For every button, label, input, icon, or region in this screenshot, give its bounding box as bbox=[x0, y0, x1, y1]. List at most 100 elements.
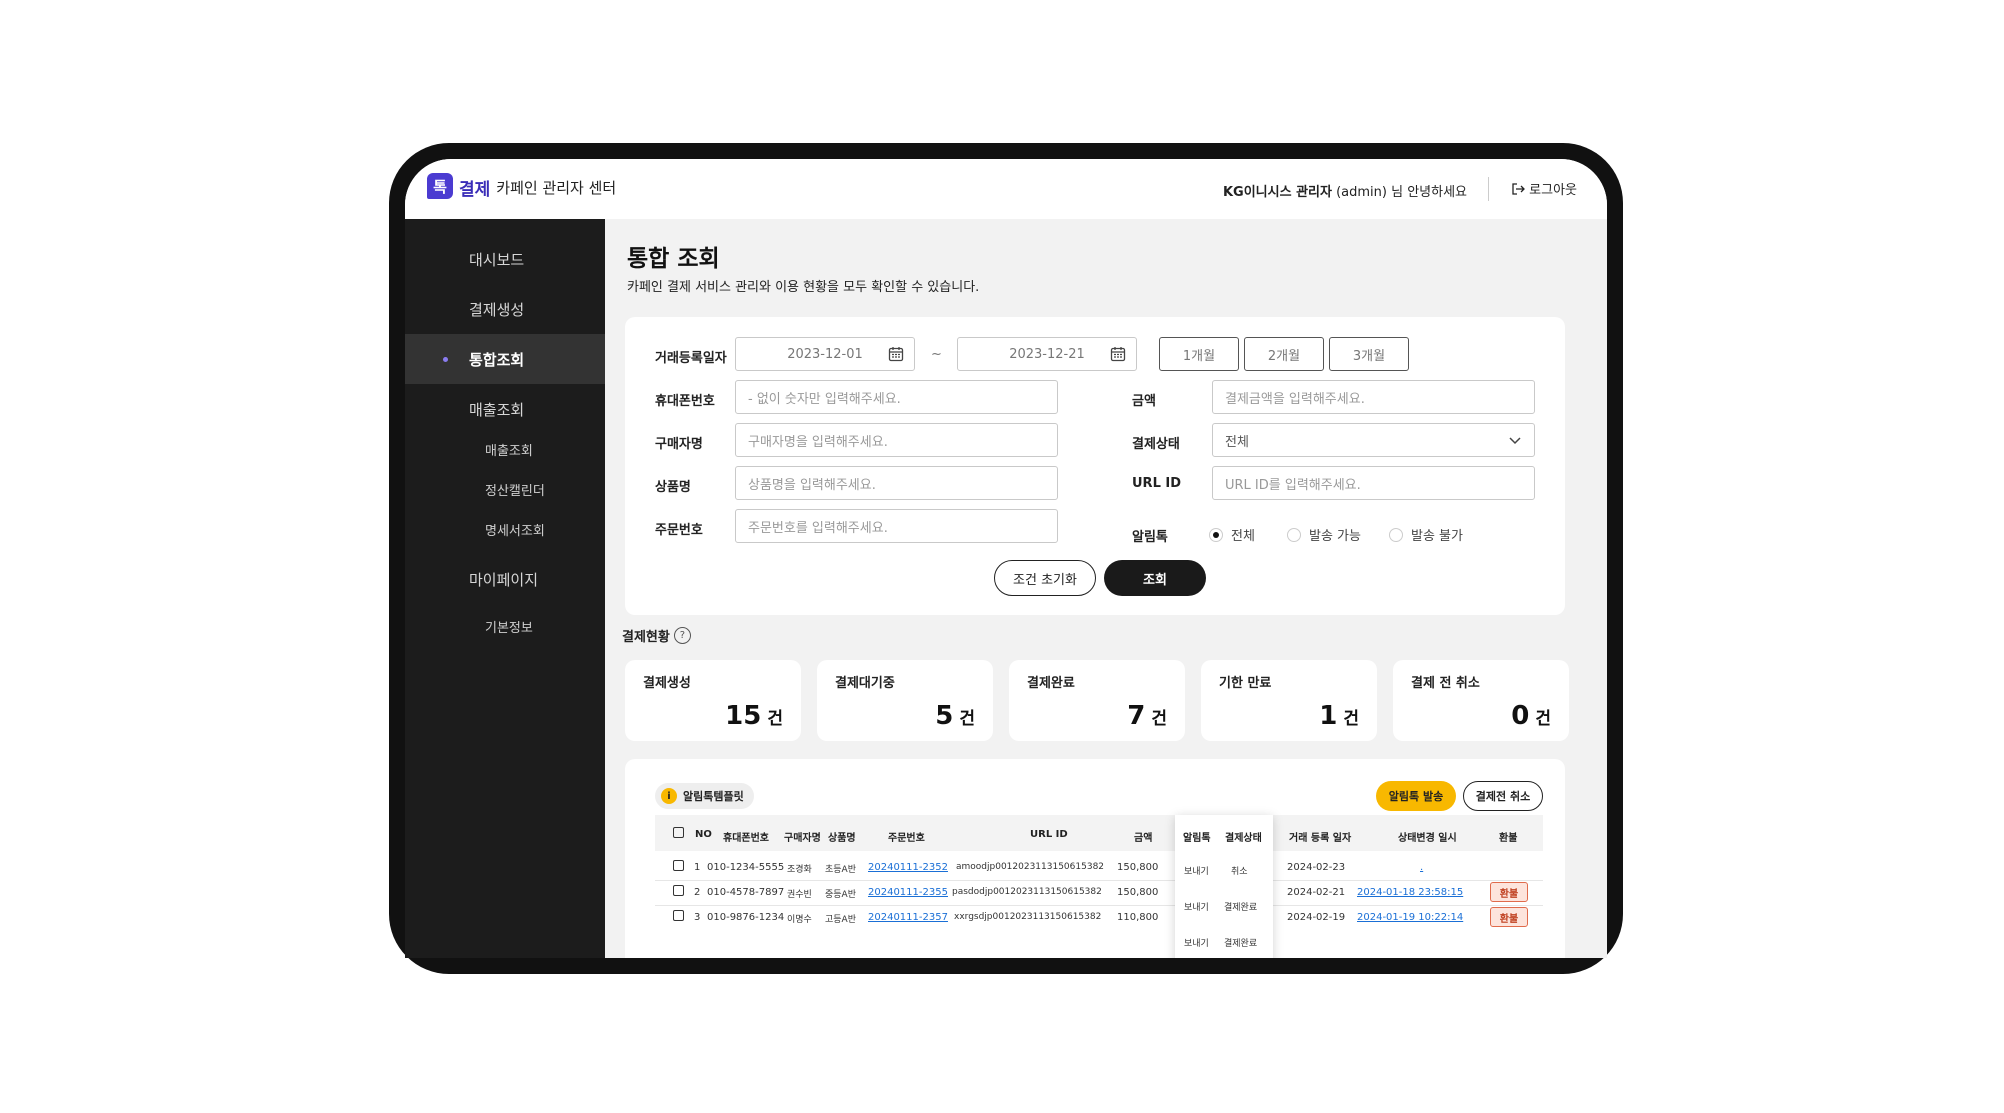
page-description: 카페인 결제 서비스 관리와 이용 현황을 모두 확인할 수 있습니다. bbox=[627, 280, 980, 295]
sidebar-item-label: 대시보드 bbox=[469, 250, 525, 269]
col-refund: 환불 bbox=[1499, 833, 1518, 844]
radio-label: 발송 불가 bbox=[1411, 529, 1463, 544]
logout-icon bbox=[1512, 182, 1526, 195]
sidebar-item-integrated-search[interactable]: 통합조회 bbox=[405, 334, 605, 384]
cell-changed: . bbox=[1420, 862, 1424, 873]
col-product: 상품명 bbox=[828, 833, 856, 844]
order-link[interactable]: 20240111-2357 bbox=[868, 912, 948, 923]
period-2month-button[interactable]: 2개월 bbox=[1244, 337, 1324, 371]
stat-card-cancelled: 결제 전 취소 0건 bbox=[1393, 660, 1569, 741]
alimtalk-radio-all[interactable]: 전체 bbox=[1209, 525, 1255, 544]
phone-input[interactable]: - 없이 숫자만 입력해주세요. bbox=[735, 380, 1058, 414]
period-1month-button[interactable]: 1개월 bbox=[1159, 337, 1239, 371]
alimtalk-radio-available[interactable]: 발송 가능 bbox=[1287, 525, 1361, 544]
cell-reg-date: 2024-02-23 bbox=[1287, 862, 1346, 873]
logout-button[interactable]: 로그아웃 bbox=[1511, 179, 1577, 198]
period-3month-button[interactable]: 3개월 bbox=[1329, 337, 1409, 371]
help-icon[interactable]: ? bbox=[673, 627, 691, 644]
main-content: 통합 조회 카페인 결제 서비스 관리와 이용 현황을 모두 확인할 수 있습니… bbox=[605, 219, 1607, 958]
stat-card-pending: 결제대기중 5건 bbox=[817, 660, 993, 741]
sidebar-item-label: 통합조회 bbox=[469, 350, 525, 369]
status-select-value: 전체 bbox=[1225, 434, 1249, 450]
chevron-down-icon bbox=[1509, 437, 1521, 445]
sidebar-subitem-statement[interactable]: 명세서조회 bbox=[485, 520, 545, 539]
changed-date-link[interactable]: 2024-01-18 23:58:15 bbox=[1357, 887, 1463, 898]
info-icon: i bbox=[661, 788, 677, 804]
template-badge[interactable]: i 알림톡템플릿 bbox=[655, 783, 754, 809]
stat-card-completed: 결제완료 7건 bbox=[1009, 660, 1185, 741]
send-alimtalk-link[interactable]: 보내기 bbox=[1184, 864, 1209, 877]
urlid-input[interactable]: URL ID를 입력해주세요. bbox=[1212, 466, 1535, 500]
sidebar-item-payment-create[interactable]: 결제생성 bbox=[405, 284, 605, 334]
reset-button[interactable]: 조건 초기화 bbox=[994, 560, 1096, 596]
search-button[interactable]: 조회 bbox=[1104, 560, 1206, 596]
send-alimtalk-link[interactable]: 보내기 bbox=[1184, 900, 1209, 913]
tablet-frame: 톡 결제 카페인 관리자 센터 KG이니시스 관리자 (admin) 님 안녕하… bbox=[389, 143, 1623, 974]
status-title-label: 결제현황 bbox=[622, 630, 670, 645]
cell-status: 결제완료 bbox=[1224, 903, 1258, 913]
sidebar-subitem-sales-search[interactable]: 매출조회 bbox=[485, 440, 533, 459]
list-panel: i 알림톡템플릿 알림톡 발송 결제전 취소 NO 휴대폰번호 구매자명 상품명… bbox=[625, 759, 1565, 958]
logo[interactable]: 톡 결제 카페인 관리자 센터 bbox=[427, 173, 616, 201]
col-changed: 상태변경 일시 bbox=[1398, 833, 1457, 844]
logout-label: 로그아웃 bbox=[1529, 183, 1577, 198]
pre-payment-cancel-button[interactable]: 결제전 취소 bbox=[1463, 781, 1543, 811]
sidebar-subitem-basic-info[interactable]: 기본정보 bbox=[485, 617, 533, 636]
stat-value: 0건 bbox=[1511, 701, 1551, 731]
date-to-value: 2023-12-21 bbox=[1009, 346, 1085, 362]
col-alimtalk: 알림톡 bbox=[1183, 833, 1211, 844]
alimtalk-radio-unavailable[interactable]: 발송 불가 bbox=[1389, 525, 1463, 544]
sidebar-subitem-settlement-calendar[interactable]: 정산캘린더 bbox=[485, 480, 545, 499]
sidebar-item-sales[interactable]: 매출조회 bbox=[405, 384, 605, 434]
stat-value: 5건 bbox=[935, 701, 975, 731]
date-from-input[interactable]: 2023-12-01 bbox=[735, 337, 915, 371]
cell-status: 취소 bbox=[1231, 867, 1248, 877]
order-link[interactable]: 20240111-2352 bbox=[868, 862, 948, 873]
cell-reg-date: 2024-02-19 bbox=[1287, 912, 1346, 923]
send-alimtalk-button[interactable]: 알림톡 발송 bbox=[1376, 781, 1456, 811]
amount-input[interactable]: 결제금액을 입력해주세요. bbox=[1212, 380, 1535, 414]
changed-date-link[interactable]: 2024-01-19 10:22:14 bbox=[1357, 912, 1463, 923]
sidebar-item-dashboard[interactable]: 대시보드 bbox=[405, 234, 605, 284]
radio-label: 발송 가능 bbox=[1309, 529, 1361, 544]
template-badge-label: 알림톡템플릿 bbox=[683, 790, 744, 803]
calendar-icon[interactable] bbox=[888, 346, 904, 362]
logo-brand: 결제 bbox=[459, 179, 491, 200]
col-no: NO bbox=[695, 829, 712, 840]
cell-product: 고등A반 bbox=[825, 915, 856, 925]
order-label: 주문번호 bbox=[655, 523, 703, 538]
select-all-checkbox[interactable] bbox=[673, 827, 684, 838]
col-phone: 휴대폰번호 bbox=[723, 833, 769, 844]
date-to-input[interactable]: 2023-12-21 bbox=[957, 337, 1137, 371]
stat-value: 1건 bbox=[1319, 701, 1359, 731]
cell-product: 중등A반 bbox=[825, 890, 856, 900]
calendar-icon[interactable] bbox=[1110, 346, 1126, 362]
stat-card-created: 결제생성 15 건 bbox=[625, 660, 801, 741]
radio-unchecked-icon bbox=[1287, 527, 1301, 542]
send-alimtalk-link[interactable]: 보내기 bbox=[1184, 936, 1209, 949]
order-link[interactable]: 20240111-2355 bbox=[868, 887, 948, 898]
status-select[interactable]: 전체 bbox=[1212, 423, 1535, 457]
logo-mark: 톡 bbox=[427, 173, 455, 201]
top-header: 톡 결제 카페인 관리자 센터 KG이니시스 관리자 (admin) 님 안녕하… bbox=[405, 159, 1607, 219]
alimtalk-label: 알림톡 bbox=[1132, 530, 1168, 545]
product-input[interactable]: 상품명을 입력해주세요. bbox=[735, 466, 1058, 500]
cell-reg-date: 2024-02-21 bbox=[1287, 887, 1346, 898]
buyer-input[interactable]: 구매자명을 입력해주세요. bbox=[735, 423, 1058, 457]
greeting-user: KG이니시스 관리자 bbox=[1222, 185, 1332, 200]
order-input[interactable]: 주문번호를 입력해주세요. bbox=[735, 509, 1058, 543]
row-checkbox[interactable] bbox=[673, 860, 684, 871]
date-label: 거래등록일자 bbox=[655, 351, 727, 366]
row-checkbox[interactable] bbox=[673, 885, 684, 896]
col-status: 결제상태 bbox=[1225, 833, 1262, 844]
sidebar-item-mypage[interactable]: 마이페이지 bbox=[405, 554, 605, 604]
cell-amount: 150,800 bbox=[1117, 862, 1159, 873]
logo-subtitle: 카페인 관리자 센터 bbox=[496, 178, 617, 197]
stat-label: 결제생성 bbox=[643, 676, 691, 691]
refund-button[interactable]: 환불 bbox=[1490, 907, 1528, 927]
row-divider bbox=[655, 880, 1543, 881]
greeting: KG이니시스 관리자 (admin) 님 안녕하세요 bbox=[1223, 181, 1467, 200]
refund-button[interactable]: 환불 bbox=[1490, 882, 1528, 902]
row-checkbox[interactable] bbox=[673, 910, 684, 921]
col-urlid: URL ID bbox=[1030, 829, 1068, 840]
